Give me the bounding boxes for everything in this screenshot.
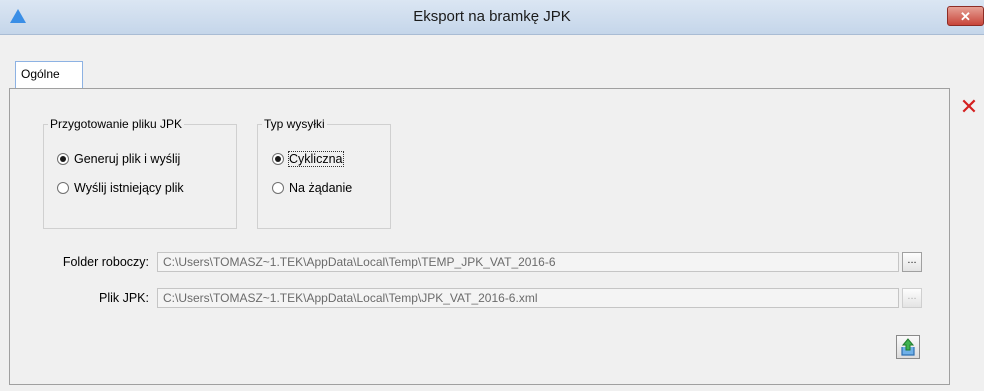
radio-cyclic[interactable]: Cykliczna — [272, 151, 344, 167]
export-button[interactable] — [896, 335, 920, 359]
radio-label: Cykliczna — [288, 151, 344, 167]
radio-generate-and-send[interactable]: Generuj plik i wyślij — [57, 152, 180, 166]
radio-indicator — [57, 153, 69, 165]
export-icon — [901, 338, 915, 356]
radio-indicator — [272, 153, 284, 165]
file-browse-button[interactable]: ... — [902, 288, 922, 308]
radio-label: Na żądanie — [289, 181, 353, 195]
group-file-preparation: Przygotowanie pliku JPK — [43, 117, 237, 229]
title-bar: Eksport na bramkę JPK ✕ — [0, 0, 984, 35]
radio-on-demand[interactable]: Na żądanie — [272, 181, 352, 195]
window-close-button[interactable]: ✕ — [947, 6, 984, 26]
jpk-file-label: Plik JPK: — [98, 291, 149, 305]
tab-ogolne[interactable]: Ogólne — [15, 61, 83, 88]
folder-browse-button[interactable]: ... — [902, 252, 922, 272]
radio-send-existing[interactable]: Wyślij istniejący plik — [57, 181, 184, 195]
radio-label: Wyślij istniejący plik — [74, 181, 184, 195]
radio-indicator — [57, 182, 69, 194]
folder-field[interactable]: C:\Users\TOMASZ~1.TEK\AppData\Local\Temp… — [157, 252, 899, 272]
close-icon[interactable]: ✕ — [958, 96, 980, 118]
folder-label: Folder roboczy: — [62, 255, 149, 269]
radio-indicator — [272, 182, 284, 194]
group-send-type-title: Typ wysyłki — [264, 117, 325, 131]
group-send-type: Typ wysyłki — [257, 117, 391, 229]
window-title: Eksport na bramkę JPK — [413, 8, 571, 25]
jpk-file-field[interactable]: C:\Users\TOMASZ~1.TEK\AppData\Local\Temp… — [157, 288, 899, 308]
export-jpk-window: Eksport na bramkę JPK ✕ Ogólne ✕ Przygot… — [0, 0, 984, 391]
radio-label: Generuj plik i wyślij — [74, 152, 181, 166]
group-file-preparation-title: Przygotowanie pliku JPK — [50, 117, 183, 131]
